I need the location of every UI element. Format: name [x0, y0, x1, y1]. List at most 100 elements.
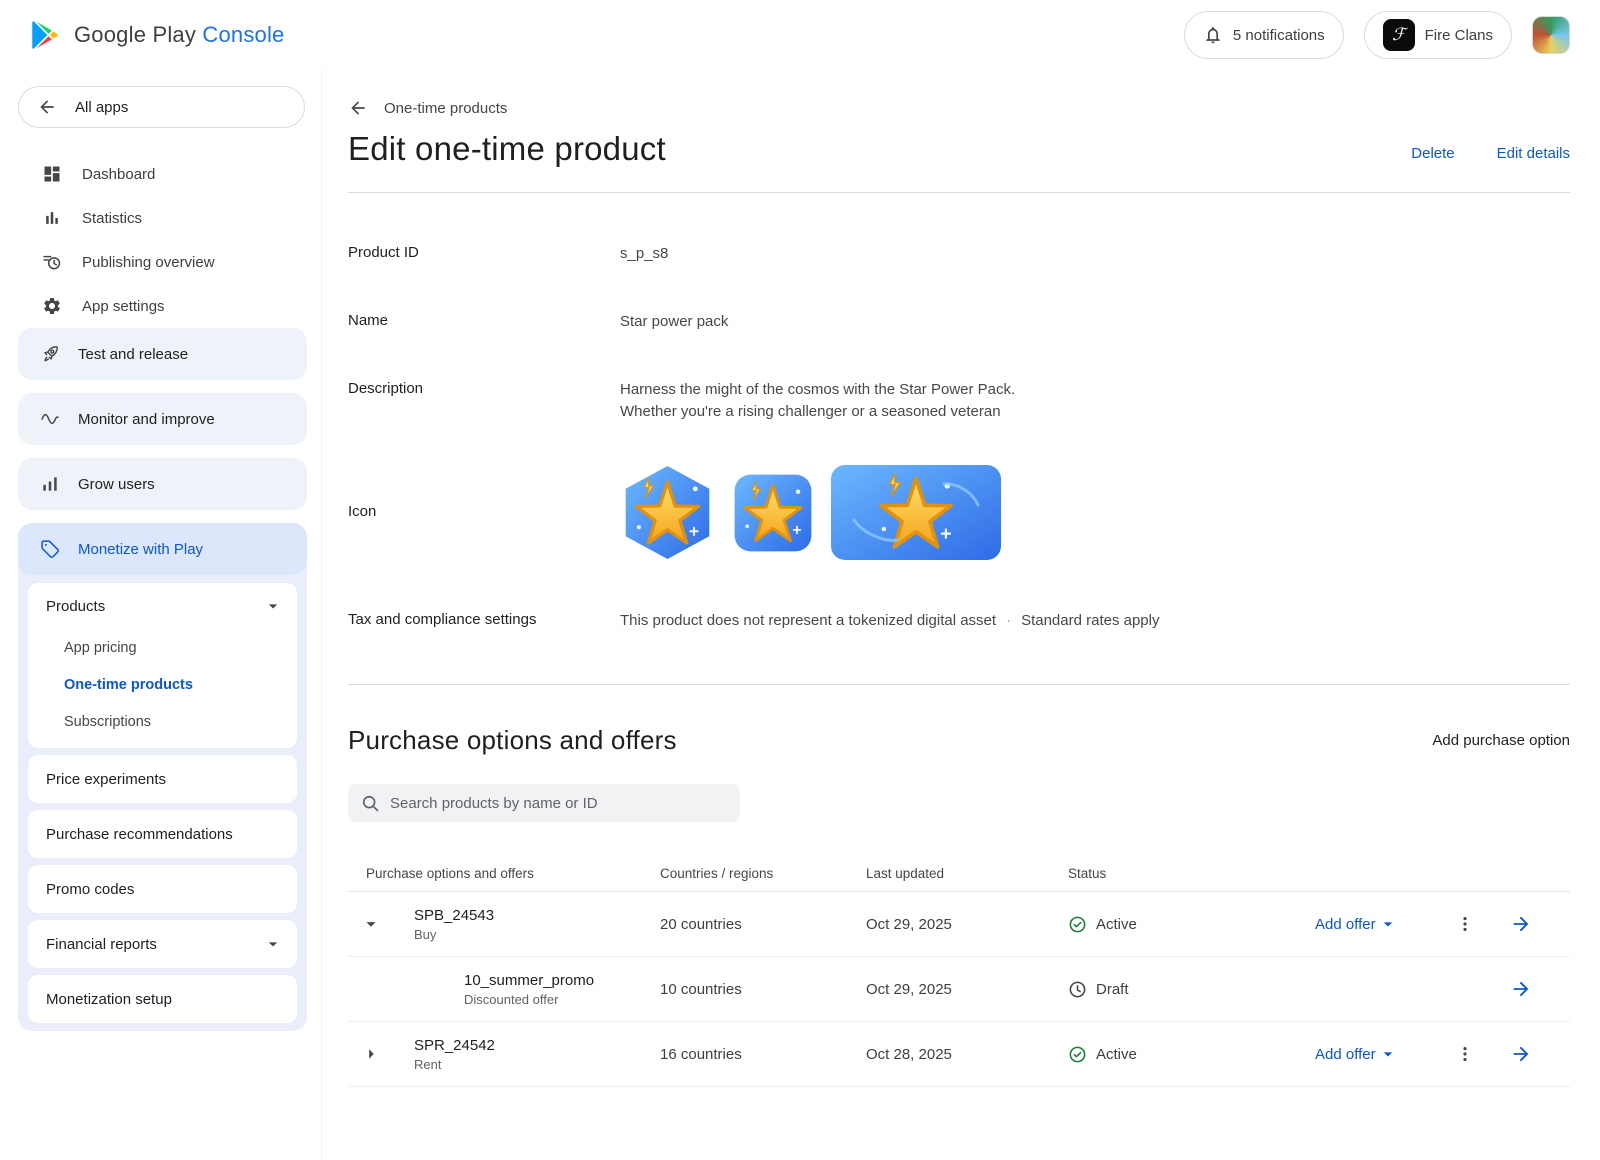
status-label: Draft	[1096, 981, 1129, 998]
breadcrumb: One-time products	[348, 98, 1570, 118]
icon-label: Icon	[348, 465, 620, 520]
sidebar-item-label: Price experiments	[46, 771, 166, 788]
products-menu-card: Products App pricing One-time products S…	[28, 583, 297, 748]
add-offer-button[interactable]: Add offer	[1315, 914, 1440, 934]
open-row-button[interactable]	[1490, 913, 1540, 935]
all-apps-button[interactable]: All apps	[18, 86, 305, 128]
sidebar-item-app-pricing[interactable]: App pricing	[28, 629, 297, 666]
bar-chart-icon	[42, 208, 62, 228]
account-avatar[interactable]	[1532, 16, 1570, 54]
expand-row-button[interactable]	[348, 1043, 394, 1065]
gear-icon	[42, 296, 62, 316]
sidebar-item-label: Statistics	[82, 210, 142, 227]
tax-separator: ·	[1006, 610, 1011, 632]
sidebar-item-purchase-recommendations[interactable]: Purchase recommendations	[28, 810, 297, 858]
sidebar-section-label: Monetize with Play	[78, 541, 203, 558]
search-box	[348, 784, 740, 822]
product-id-row: Product ID s_p_s8	[348, 243, 1570, 265]
sidebar-item-label: Monetization setup	[46, 991, 172, 1008]
add-offer-button[interactable]: Add offer	[1315, 1044, 1440, 1064]
sidebar-item-subscriptions[interactable]: Subscriptions	[28, 703, 297, 740]
app-switcher-button[interactable]: ℱ Fire Clans	[1364, 11, 1512, 59]
product-icon-wide-banner-star	[831, 465, 1001, 560]
column-header-purchase-options: Purchase options and offers	[348, 866, 660, 881]
add-purchase-option-button[interactable]: Add purchase option	[1432, 732, 1570, 749]
sidebar-item-statistics[interactable]: Statistics	[16, 196, 309, 240]
icon-row: Icon	[348, 465, 1570, 560]
purchase-option-type: Buy	[414, 927, 660, 942]
status-badge: Draft	[1068, 980, 1315, 999]
breadcrumb-one-time-products[interactable]: One-time products	[384, 100, 507, 117]
add-offer-label: Add offer	[1315, 916, 1376, 933]
search-input[interactable]	[390, 795, 728, 812]
description-line-2: Whether you're a rising challenger or a …	[620, 401, 1570, 423]
google-play-console-logo[interactable]: Google Play Console	[28, 18, 285, 52]
purchase-options-table: Purchase options and offers Countries / …	[348, 856, 1570, 1087]
chevron-down-icon	[263, 934, 283, 954]
product-id-label: Product ID	[348, 243, 620, 261]
countries-cell: 16 countries	[660, 1046, 866, 1063]
app-switcher-label: Fire Clans	[1425, 27, 1493, 44]
last-updated-cell: Oct 29, 2025	[866, 916, 1068, 933]
sidebar-section-test-and-release[interactable]: Test and release	[18, 328, 307, 380]
row-overflow-menu-button[interactable]	[1440, 914, 1490, 934]
pulse-wave-icon	[40, 409, 60, 429]
top-app-bar: Google Play Console 5 notifications ℱ Fi…	[0, 0, 1600, 70]
sidebar-item-financial-reports[interactable]: Financial reports	[28, 920, 297, 968]
fire-clans-app-icon: ℱ	[1383, 19, 1415, 51]
open-row-button[interactable]	[1490, 978, 1540, 1000]
sidebar-item-label: Subscriptions	[64, 714, 151, 730]
column-header-countries: Countries / regions	[660, 866, 866, 881]
last-updated-cell: Oct 29, 2025	[866, 981, 1068, 998]
sidebar: All apps Dashboard Statistics Publishing…	[0, 70, 322, 1160]
back-arrow-icon[interactable]	[348, 98, 368, 118]
add-offer-label: Add offer	[1315, 1046, 1376, 1063]
section-divider	[348, 684, 1570, 685]
check-circle-icon	[1068, 915, 1087, 934]
tax-value: This product does not represent a tokeni…	[620, 610, 996, 632]
sidebar-item-app-settings[interactable]: App settings	[16, 284, 309, 328]
last-updated-cell: Oct 28, 2025	[866, 1046, 1068, 1063]
price-tag-icon	[40, 539, 60, 559]
search-icon	[360, 793, 380, 813]
sidebar-item-publishing-overview[interactable]: Publishing overview	[16, 240, 309, 284]
countries-cell: 20 countries	[660, 916, 866, 933]
purchase-option-name: SPB_24543	[414, 907, 660, 924]
offer-name: 10_summer_promo	[464, 972, 660, 989]
sidebar-section-label: Test and release	[78, 346, 188, 363]
sidebar-item-products[interactable]: Products	[28, 583, 297, 629]
sidebar-item-promo-codes[interactable]: Promo codes	[28, 865, 297, 913]
row-overflow-menu-button[interactable]	[1440, 1044, 1490, 1064]
rocket-icon	[40, 344, 60, 364]
name-label: Name	[348, 311, 620, 329]
all-apps-label: All apps	[75, 99, 128, 116]
description-label: Description	[348, 379, 620, 397]
collapse-row-button[interactable]	[348, 913, 394, 935]
sidebar-section-monetize-with-play[interactable]: Monetize with Play	[18, 523, 307, 575]
sidebar-item-dashboard[interactable]: Dashboard	[16, 152, 309, 196]
dropdown-caret-icon	[1378, 914, 1398, 934]
sidebar-item-one-time-products[interactable]: One-time products	[28, 666, 297, 703]
open-row-button[interactable]	[1490, 1043, 1540, 1065]
back-arrow-icon	[37, 97, 57, 117]
google-play-icon	[28, 18, 62, 52]
notifications-button[interactable]: 5 notifications	[1184, 11, 1344, 59]
sidebar-section-monitor-and-improve[interactable]: Monitor and improve	[18, 393, 307, 445]
sidebar-section-grow-users[interactable]: Grow users	[18, 458, 307, 510]
tax-label: Tax and compliance settings	[348, 610, 620, 628]
table-row: SPR_24542 Rent 16 countries Oct 28, 2025…	[348, 1022, 1570, 1087]
page-title: Edit one-time product	[348, 130, 666, 168]
logo-text: Google Play Console	[74, 22, 285, 48]
sidebar-item-monetization-setup[interactable]: Monetization setup	[28, 975, 297, 1023]
edit-details-button[interactable]: Edit details	[1497, 145, 1570, 162]
check-circle-icon	[1068, 1045, 1087, 1064]
name-value: Star power pack	[620, 311, 1570, 333]
clock-list-icon	[42, 252, 62, 272]
sidebar-item-price-experiments[interactable]: Price experiments	[28, 755, 297, 803]
description-line-1: Harness the might of the cosmos with the…	[620, 379, 1570, 401]
table-row-offer: 10_summer_promo Discounted offer 10 coun…	[348, 957, 1570, 1022]
description-row: Description Harness the might of the cos…	[348, 379, 1570, 423]
status-label: Active	[1096, 1046, 1137, 1063]
delete-button[interactable]: Delete	[1411, 145, 1454, 162]
purchase-option-type: Rent	[414, 1057, 660, 1072]
